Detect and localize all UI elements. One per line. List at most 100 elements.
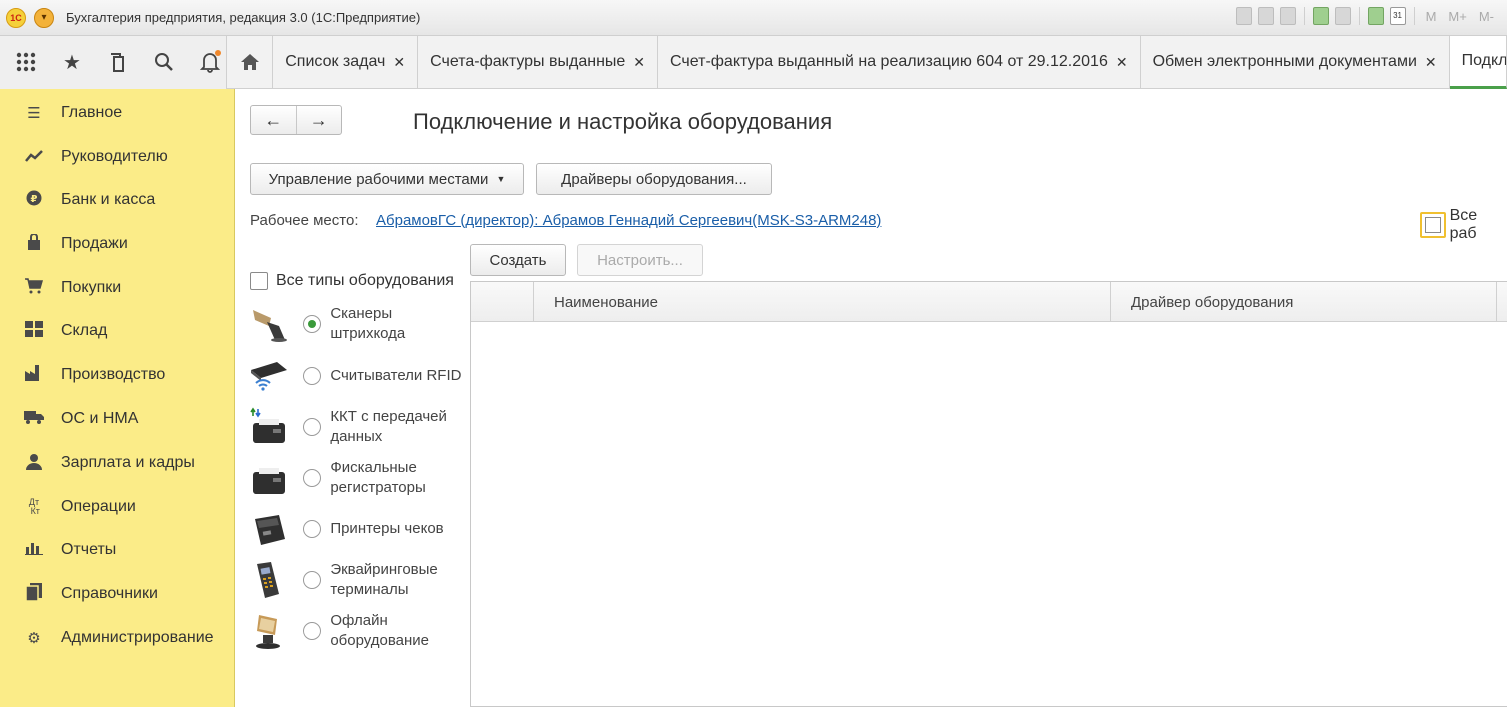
sidebar-item-label: Справочники <box>61 585 158 602</box>
home-tab[interactable] <box>227 35 274 89</box>
main-menu-icon[interactable]: ▾ <box>34 7 54 28</box>
memory-m-button[interactable]: M <box>1423 9 1440 24</box>
memory-minus-button[interactable]: M- <box>1476 9 1497 24</box>
warehouse-icon <box>24 321 44 341</box>
checkbox[interactable] <box>1420 212 1446 238</box>
sidebar-item-purchases[interactable]: Покупки <box>0 266 234 310</box>
calendar-icon[interactable]: 31 <box>1389 7 1406 25</box>
sidebar-item-directories[interactable]: Справочники <box>0 572 234 616</box>
search-icon[interactable] <box>152 50 176 74</box>
close-icon[interactable]: ✕ <box>633 54 645 71</box>
1c-logo-icon: 1C <box>6 7 26 28</box>
equipment-label: Офлайн оборудование <box>330 612 430 649</box>
tab-label: Счет-фактура выданный на реализацию 604 … <box>670 53 1108 70</box>
apps-grid-icon[interactable] <box>14 50 38 74</box>
notifications-bell-icon[interactable] <box>198 50 222 74</box>
tab-equipment-active[interactable]: Подкл <box>1449 35 1507 89</box>
button-label: Драйверы оборудования... <box>561 170 747 188</box>
equipment-label: Принтеры чеков <box>330 520 444 537</box>
sidebar-item-label: Операции <box>61 498 136 515</box>
radio-button[interactable] <box>303 571 322 589</box>
history-nav: ← → <box>250 105 342 135</box>
sidebar-item-operations[interactable]: Дт Кт Операции <box>0 485 234 529</box>
sidebar-item-bank[interactable]: ₽ Банк и касса <box>0 178 234 222</box>
radio-button[interactable] <box>303 469 322 487</box>
all-types-checkbox[interactable]: Все типы оборудования <box>250 272 454 290</box>
sidebar-item-warehouse[interactable]: Склад <box>0 309 234 353</box>
equipment-label: Фискальные регистраторы <box>330 459 426 496</box>
column-header-icon[interactable] <box>471 282 534 322</box>
back-arrow-icon[interactable]: ← <box>251 106 296 134</box>
sidebar-item-label: Главное <box>61 104 123 121</box>
checkbox[interactable] <box>250 272 268 290</box>
favorites-star-icon[interactable]: ★ <box>60 50 84 74</box>
preview-icon[interactable] <box>1279 7 1296 25</box>
page-title: Подключение и настройка оборудования <box>413 109 833 134</box>
quick-tools: ★ <box>0 35 227 89</box>
drivers-button[interactable]: Драйверы оборудования... <box>536 163 772 195</box>
sidebar-item-production[interactable]: Производство <box>0 353 234 397</box>
tab-edi[interactable]: Обмен электронными документами ✕ <box>1141 35 1450 89</box>
close-icon[interactable]: ✕ <box>1425 54 1437 71</box>
configure-button[interactable]: Настроить... <box>577 244 703 276</box>
sidebar-item-assets[interactable]: ОС и НМА <box>0 397 234 441</box>
create-button[interactable]: Создать <box>470 244 566 276</box>
tab-invoice-604[interactable]: Счет-фактура выданный на реализацию 604 … <box>658 35 1141 89</box>
history-icon[interactable] <box>106 50 130 74</box>
button-label: Создать <box>489 251 547 269</box>
all-workplaces-checkbox[interactable]: Все раб <box>1420 207 1507 243</box>
equipment-type-offline[interactable]: Офлайн оборудование <box>248 608 468 654</box>
print-icon[interactable] <box>1257 7 1274 25</box>
radio-button[interactable] <box>303 367 322 385</box>
close-icon[interactable]: ✕ <box>1116 54 1128 71</box>
save-icon[interactable] <box>1235 7 1252 25</box>
memory-plus-button[interactable]: M+ <box>1445 9 1469 24</box>
main-content: ← → Подключение и настройка оборудования… <box>236 89 1507 707</box>
sidebar-item-reports[interactable]: Отчеты <box>0 528 234 572</box>
home-icon <box>240 54 259 70</box>
button-label: Настроить... <box>597 251 683 269</box>
upload-icon[interactable] <box>1312 7 1329 25</box>
sidebar-item-sales[interactable]: Продажи <box>0 222 234 266</box>
equipment-type-fiscal-registers[interactable]: Фискальные регистраторы <box>248 455 468 501</box>
workplace-label: Рабочее место: <box>250 212 359 229</box>
equipment-type-kkt[interactable]: ККТ с передачей данных <box>248 404 468 450</box>
dt-kt-icon: Дт Кт <box>28 497 40 516</box>
rfid-reader-icon <box>248 355 289 397</box>
tab-task-list[interactable]: Список задач ✕ <box>273 35 419 89</box>
tab-invoices-issued[interactable]: Счета-фактуры выданные ✕ <box>418 35 659 89</box>
bag-icon <box>24 232 44 255</box>
attachment-icon[interactable] <box>1334 7 1351 25</box>
column-header-driver[interactable]: Драйвер оборудования <box>1111 282 1497 322</box>
equipment-type-barcode-scanners[interactable]: Сканеры штрихкода <box>248 301 468 347</box>
equipment-type-receipt-printers[interactable]: Принтеры чеков <box>248 506 468 552</box>
tab-label: Обмен электронными документами <box>1152 53 1417 70</box>
manage-workplaces-button[interactable]: Управление рабочими местами ▼ <box>250 163 524 195</box>
sidebar-item-label: Производство <box>61 366 166 383</box>
equipment-table[interactable]: Наименование Драйвер оборудования <box>470 281 1507 707</box>
column-header-name[interactable]: Наименование <box>534 282 1111 322</box>
close-icon[interactable]: ✕ <box>393 54 405 71</box>
tab-label: Счета-фактуры выданные <box>430 53 626 70</box>
radio-button[interactable] <box>303 418 322 436</box>
tabs-bar: ★ Список задач ✕ Счета-фактуры выданные ✕ … <box>0 35 1507 89</box>
radio-button[interactable] <box>303 622 322 640</box>
truck-icon <box>24 410 44 428</box>
sidebar-item-admin[interactable]: ⚙ Администрирование <box>0 616 234 660</box>
coin-icon: ₽ <box>24 190 44 210</box>
sidebar-item-manager[interactable]: Руководителю <box>0 135 234 179</box>
equipment-type-rfid-readers[interactable]: Считыватели RFID <box>248 353 468 399</box>
workplace-link[interactable]: АбрамовГС (директор): Абрамов Геннадий С… <box>376 212 881 229</box>
forward-arrow-icon[interactable]: → <box>295 106 342 134</box>
sidebar-item-label: Покупки <box>61 279 122 296</box>
equipment-type-acquiring-terminals[interactable]: Эквайринговые терминалы <box>248 557 468 603</box>
calculator-icon[interactable] <box>1367 7 1384 25</box>
sidebar-item-main[interactable]: ☰ Главное <box>0 91 234 135</box>
equipment-label: Считыватели RFID <box>330 367 462 384</box>
radio-button[interactable] <box>303 520 322 538</box>
tab-label: Список задач <box>285 53 386 70</box>
radio-button[interactable] <box>303 315 322 333</box>
checkbox-label: Все типы оборудования <box>276 272 454 289</box>
sidebar-item-salary[interactable]: Зарплата и кадры <box>0 441 234 485</box>
sidebar-item-label: Руководителю <box>61 148 168 165</box>
